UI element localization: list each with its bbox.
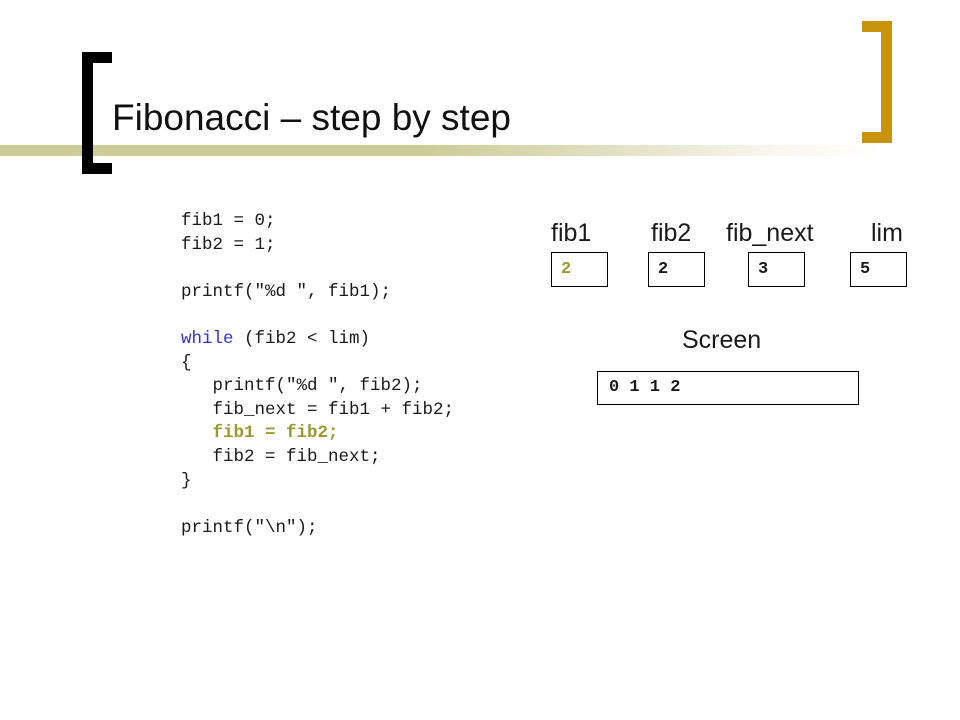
screen-output-text: 0 1 1 2 bbox=[609, 378, 681, 397]
decorative-bracket-right-icon bbox=[862, 21, 892, 143]
variable-box-lim: 5 bbox=[850, 252, 907, 287]
page-title: Fibonacci – step by step bbox=[112, 97, 511, 138]
code-text: fib2 = 1; bbox=[181, 234, 276, 255]
screen-output-box: 0 1 1 2 bbox=[597, 371, 859, 405]
code-line: while (fib2 < lim) bbox=[181, 328, 454, 352]
variable-name-fib2: fib2 bbox=[651, 219, 692, 247]
variable-name-lim: lim bbox=[871, 219, 903, 247]
code-text: (fib2 < lim) bbox=[233, 328, 371, 349]
code-text: printf("%d ", fib2); bbox=[181, 376, 423, 397]
title-accent-band bbox=[0, 145, 960, 156]
variable-box-fib2: 2 bbox=[648, 252, 705, 287]
variable-value-fib_next: 3 bbox=[758, 260, 769, 279]
code-line: printf("\n"); bbox=[181, 517, 454, 541]
code-line: fib2 = fib_next; bbox=[181, 446, 454, 470]
code-line: printf("%d ", fib1); bbox=[181, 281, 454, 305]
variable-value-lim: 5 bbox=[860, 260, 871, 279]
code-line: fib_next = fib1 + fib2; bbox=[181, 399, 455, 423]
code-text: fib2 = fib_next; bbox=[181, 446, 381, 467]
variable-name-fib_next: fib_next bbox=[726, 219, 814, 247]
code-block: fib1 = 0; fib2 = 1; printf("%d ", fib1); … bbox=[181, 210, 454, 540]
code-line: fib1 = fib2; bbox=[181, 422, 454, 446]
code-text: printf("\n"); bbox=[181, 517, 318, 538]
code-text: } bbox=[181, 470, 192, 491]
code-highlighted-line: fib1 = fib2; bbox=[181, 423, 339, 444]
code-text: fib1 = 0; bbox=[181, 211, 276, 231]
decorative-bracket-left-icon bbox=[82, 52, 112, 174]
variable-value-fib2: 2 bbox=[658, 260, 669, 279]
variable-name-fib1: fib1 bbox=[551, 219, 592, 247]
code-text: fib_next = fib1 + fib2; bbox=[181, 399, 455, 420]
variable-box-fib1: 2 bbox=[551, 252, 608, 287]
code-line: printf("%d ", fib2); bbox=[181, 375, 454, 399]
code-line: fib2 = 1; bbox=[181, 234, 454, 258]
variable-value-fib1: 2 bbox=[561, 260, 572, 279]
code-line: { bbox=[181, 352, 454, 376]
code-text: printf("%d ", fib1); bbox=[181, 281, 392, 302]
code-line: } bbox=[181, 470, 454, 494]
code-text: { bbox=[181, 352, 192, 373]
code-keyword: while bbox=[181, 328, 234, 349]
screen-label: Screen bbox=[682, 326, 762, 354]
variable-box-fib_next: 3 bbox=[748, 252, 805, 287]
code-line: fib1 = 0; bbox=[181, 210, 454, 234]
